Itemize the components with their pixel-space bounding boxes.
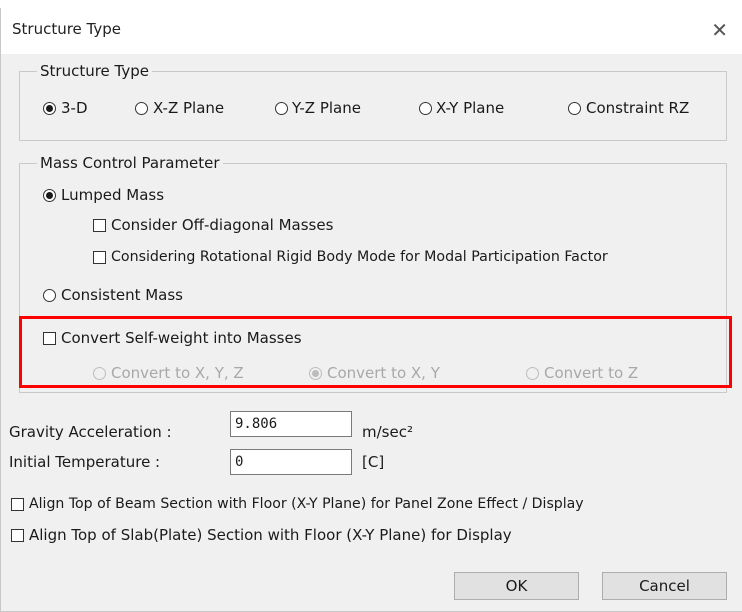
radio-convert-xyz[interactable] [93, 367, 106, 380]
radio-lumped-mass[interactable] [43, 189, 56, 202]
cancel-button[interactable]: Cancel [602, 572, 727, 600]
mass-control-legend: Mass Control Parameter [37, 154, 223, 172]
title-bar: Structure Type ✕ [1, 8, 742, 54]
checkbox-align-slab[interactable] [11, 529, 24, 542]
checkbox-align-beam-label: Align Top of Beam Section with Floor (X-… [29, 496, 584, 512]
radio-convert-xyz-label: Convert to X, Y, Z [111, 364, 244, 382]
checkbox-off-diagonal[interactable] [93, 219, 106, 232]
radio-xy-plane[interactable] [419, 102, 432, 115]
checkbox-align-beam[interactable] [11, 498, 24, 511]
radio-yz-plane-label: Y-Z Plane [292, 99, 361, 117]
gravity-input[interactable]: 9.806 [230, 411, 352, 437]
checkbox-off-diagonal-label: Consider Off-diagonal Masses [111, 216, 334, 234]
close-icon[interactable]: ✕ [711, 20, 728, 40]
radio-constraint-rz[interactable] [568, 102, 581, 115]
radio-yz-plane[interactable] [275, 102, 288, 115]
radio-consistent-mass[interactable] [43, 289, 56, 302]
radio-3d[interactable] [43, 102, 56, 115]
structure-type-dialog: Structure Type ✕ Structure Type 3-D X-Z … [0, 8, 742, 612]
radio-xz-plane-label: X-Z Plane [153, 99, 225, 117]
radio-3d-label: 3-D [61, 99, 88, 117]
radio-consistent-mass-label: Consistent Mass [61, 286, 183, 304]
temperature-input[interactable]: 0 [230, 449, 352, 475]
checkbox-align-slab-label: Align Top of Slab(Plate) Section with Fl… [29, 526, 512, 544]
radio-convert-z[interactable] [526, 367, 539, 380]
structure-type-legend: Structure Type [37, 62, 152, 80]
radio-constraint-rz-label: Constraint RZ [586, 99, 690, 117]
ok-button[interactable]: OK [454, 572, 579, 600]
radio-convert-z-label: Convert to Z [544, 364, 639, 382]
radio-xy-plane-label: X-Y Plane [436, 99, 505, 117]
radio-convert-xy[interactable] [309, 367, 322, 380]
checkbox-rotational-label: Considering Rotational Rigid Body Mode f… [111, 249, 608, 265]
radio-lumped-mass-label: Lumped Mass [61, 186, 165, 204]
checkbox-rotational[interactable] [93, 251, 106, 264]
radio-convert-xy-label: Convert to X, Y [327, 364, 440, 382]
checkbox-convert-self-weight-label: Convert Self-weight into Masses [61, 329, 302, 347]
radio-xz-plane[interactable] [135, 102, 148, 115]
dialog-title: Structure Type [12, 20, 121, 38]
temperature-unit: [C] [362, 453, 385, 471]
gravity-unit: m/sec² [362, 423, 413, 441]
checkbox-convert-self-weight[interactable] [43, 332, 56, 345]
gravity-label: Gravity Acceleration : [9, 423, 172, 441]
temperature-label: Initial Temperature : [9, 453, 161, 471]
